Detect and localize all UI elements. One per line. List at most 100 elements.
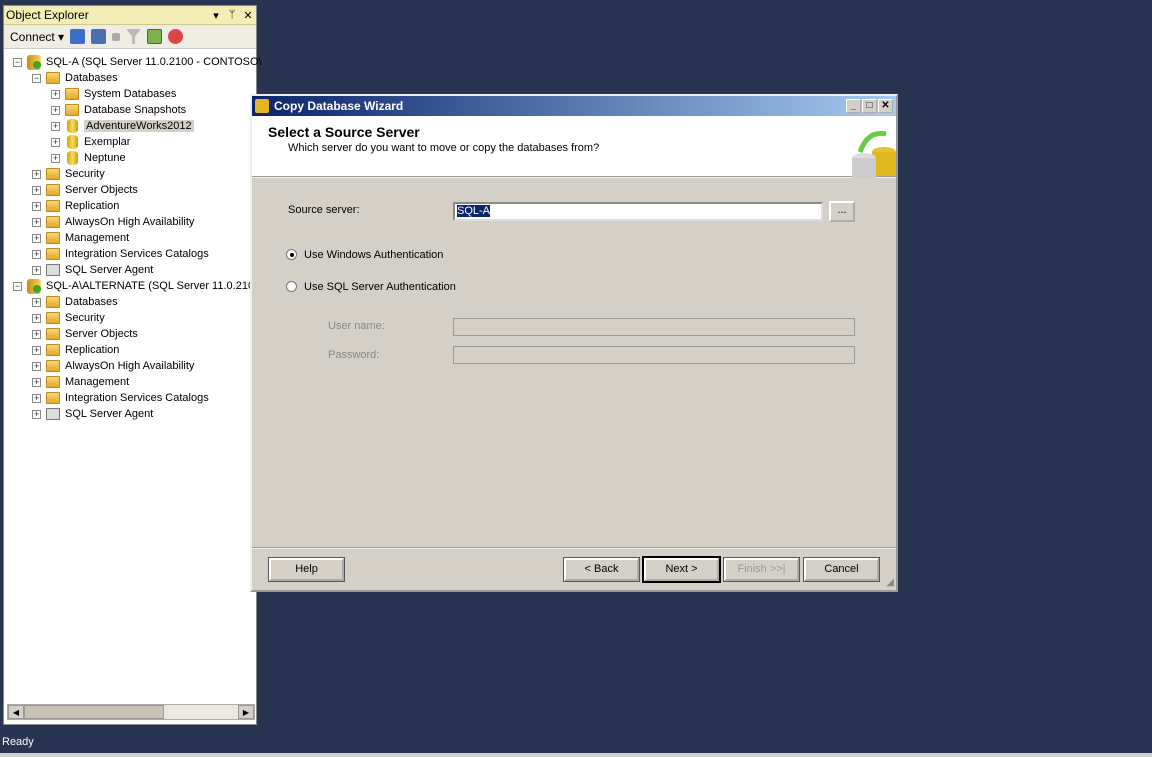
windows-auth-label[interactable]: Use Windows Authentication [304, 249, 443, 261]
tree-node-label[interactable]: Replication [65, 344, 119, 356]
expand-icon[interactable]: + [32, 313, 41, 323]
tree-node-label[interactable]: AlwaysOn High Availability [65, 216, 194, 228]
tree-node-label[interactable]: System Databases [84, 88, 176, 100]
tree-node-label[interactable]: SQL Server Agent [65, 264, 153, 276]
tree-node-label[interactable]: Database Snapshots [84, 104, 186, 116]
expand-icon[interactable]: + [32, 169, 41, 179]
expand-icon[interactable]: + [32, 249, 41, 259]
password-input[interactable] [453, 346, 855, 364]
connect-button[interactable]: Connect ▾ [10, 30, 64, 44]
tree-node[interactable]: + Replication [32, 198, 119, 214]
expand-icon[interactable]: + [51, 121, 60, 131]
sql-auth-radio[interactable] [286, 281, 297, 292]
tree-node[interactable]: + Security [32, 310, 105, 326]
expand-icon[interactable]: + [32, 361, 41, 371]
close-icon[interactable]: ✕ [240, 9, 256, 22]
tree-node-label[interactable]: Security [65, 168, 105, 180]
tree-node[interactable]: + Databases [32, 294, 118, 310]
tree-node[interactable]: + Server Objects [32, 182, 138, 198]
finish-button[interactable]: Finish >>| [724, 558, 799, 581]
close-icon[interactable]: ✕ [878, 99, 893, 113]
tree-node-label[interactable]: Integration Services Catalogs [65, 248, 209, 260]
tree-node-label[interactable]: Server Objects [65, 328, 138, 340]
collapse-icon[interactable]: − [13, 281, 22, 291]
tree-node-label[interactable]: Integration Services Catalogs [65, 392, 209, 404]
tree-node[interactable]: + Replication [32, 342, 119, 358]
tree-node[interactable]: + Integration Services Catalogs [32, 390, 209, 406]
username-input[interactable] [453, 318, 855, 336]
tree-node-label[interactable]: Server Objects [65, 184, 138, 196]
expand-icon[interactable]: + [32, 217, 41, 227]
expand-icon[interactable]: + [32, 185, 41, 195]
sql-auth-label[interactable]: Use SQL Server Authentication [304, 281, 456, 293]
back-button[interactable]: < Back [564, 558, 639, 581]
tree-node[interactable]: + System Databases [51, 86, 176, 102]
browse-button[interactable]: ... [829, 201, 855, 222]
tree-node-label[interactable]: Exemplar [84, 136, 130, 148]
tree-node[interactable]: − Databases [32, 70, 118, 86]
tree-node[interactable]: − SQL-A\ALTERNATE (SQL Server 11.0.2100 [13, 278, 260, 294]
expand-icon[interactable]: + [32, 297, 41, 307]
tree-node[interactable]: + SQL Server Agent [32, 262, 153, 278]
refresh-icon[interactable] [147, 29, 163, 44]
tree-node[interactable]: + Management [32, 230, 129, 246]
pin-icon[interactable]: ᛘ [224, 9, 240, 21]
tree-node[interactable]: + SQL Server Agent [32, 406, 153, 422]
tree-node[interactable]: + Integration Services Catalogs [32, 246, 209, 262]
tree-node-label[interactable]: SQL Server Agent [65, 408, 153, 420]
collapse-icon[interactable]: − [13, 57, 22, 67]
horizontal-scrollbar[interactable]: ◀ ▶ [7, 704, 255, 720]
expand-icon[interactable]: + [51, 105, 60, 115]
stop-activity-icon[interactable] [168, 29, 184, 44]
expand-icon[interactable]: + [32, 377, 41, 387]
maximize-icon[interactable]: □ [862, 99, 877, 113]
tree-node-label[interactable]: Security [65, 312, 105, 324]
disconnect-icon[interactable] [91, 29, 107, 44]
source-server-input[interactable]: SQL-A [453, 202, 823, 221]
expand-icon[interactable]: + [32, 409, 41, 419]
expand-icon[interactable]: + [32, 329, 41, 339]
expand-icon[interactable]: + [32, 233, 41, 243]
scroll-left-icon[interactable]: ◀ [8, 705, 24, 719]
tree-node-label[interactable]: Neptune [84, 152, 126, 164]
expand-icon[interactable]: + [51, 137, 60, 147]
tree-node-label[interactable]: SQL-A (SQL Server 11.0.2100 - CONTOSO\ [46, 56, 262, 68]
scroll-right-icon[interactable]: ▶ [238, 705, 254, 719]
tree-node[interactable]: + Security [32, 166, 105, 182]
expand-icon[interactable]: + [51, 153, 60, 163]
tree-node[interactable]: − SQL-A (SQL Server 11.0.2100 - CONTOSO\ [13, 54, 262, 70]
tree-node-label[interactable]: Replication [65, 200, 119, 212]
expand-icon[interactable]: + [32, 393, 41, 403]
scroll-thumb[interactable] [24, 705, 164, 719]
help-button[interactable]: Help [269, 558, 344, 581]
tree-node-label[interactable]: Management [65, 376, 129, 388]
expand-icon[interactable]: + [32, 345, 41, 355]
connect-icon[interactable] [70, 29, 86, 44]
tree-node[interactable]: + AlwaysOn High Availability [32, 214, 194, 230]
tree-node-label[interactable]: Databases [65, 296, 118, 308]
tree-node[interactable]: + AdventureWorks2012 [51, 118, 194, 134]
tree-node[interactable]: + Management [32, 374, 129, 390]
windows-auth-radio[interactable] [286, 249, 297, 260]
expand-icon[interactable]: + [32, 201, 41, 211]
tree-node-label[interactable]: Databases [65, 72, 118, 84]
collapse-icon[interactable]: − [32, 73, 41, 83]
tree-node[interactable]: + Exemplar [51, 134, 130, 150]
resize-grip-icon[interactable]: ◢ [886, 577, 894, 588]
tree-node-label[interactable]: Management [65, 232, 129, 244]
expand-icon[interactable]: + [51, 89, 60, 99]
filter-icon[interactable] [126, 29, 142, 44]
tree-node-label[interactable]: AlwaysOn High Availability [65, 360, 194, 372]
cancel-button[interactable]: Cancel [804, 558, 879, 581]
next-button[interactable]: Next > [644, 558, 719, 581]
expand-icon[interactable]: + [32, 265, 41, 275]
tree-node[interactable]: + AlwaysOn High Availability [32, 358, 194, 374]
tree-node-label[interactable]: AdventureWorks2012 [84, 120, 194, 132]
tree-node[interactable]: + Neptune [51, 150, 126, 166]
stop-icon[interactable] [112, 32, 121, 41]
tree-node[interactable]: + Database Snapshots [51, 102, 186, 118]
tree-node[interactable]: + Server Objects [32, 326, 138, 342]
tree-node-label[interactable]: SQL-A\ALTERNATE (SQL Server 11.0.2100 [46, 280, 260, 292]
dropdown-icon[interactable]: ▾ [208, 9, 224, 22]
minimize-icon[interactable]: _ [846, 99, 861, 113]
